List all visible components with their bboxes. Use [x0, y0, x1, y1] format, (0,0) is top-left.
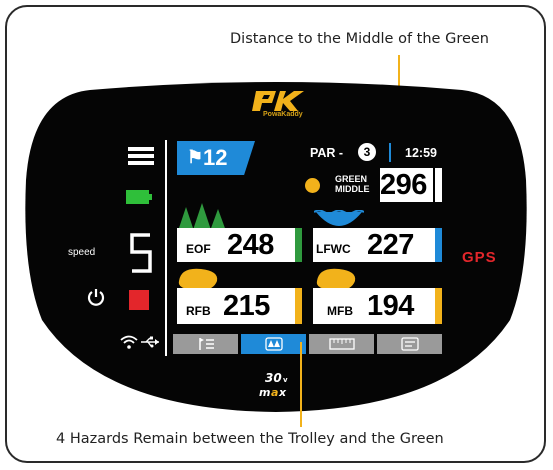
green-distance-box: 296	[380, 168, 442, 202]
hazard-box-eof: EOF 248	[177, 228, 302, 262]
green-label-line1: GREEN	[335, 174, 368, 184]
speed-digit-display	[130, 233, 152, 273]
hazard-box-rfb: RFB 215	[177, 288, 302, 324]
hazards-callout-leader	[300, 342, 302, 427]
green-marker-icon	[305, 178, 320, 193]
hazard-box-mfb: MFB 194	[313, 288, 442, 324]
svg-text:x: x	[278, 386, 287, 399]
hazard-color-bar	[295, 288, 302, 324]
hazard-color-bar	[435, 228, 442, 262]
svg-text:m: m	[259, 386, 270, 399]
svg-text:a: a	[271, 386, 278, 399]
hazard-color-bar	[435, 288, 442, 324]
hazard-color-bar	[295, 228, 302, 262]
clock-time: 12:59	[405, 146, 437, 160]
green-distance-callout: Distance to the Middle of the Green	[230, 31, 489, 47]
gps-label: GPS	[462, 249, 497, 266]
tab-ruler[interactable]	[309, 334, 374, 354]
model-logo: 30 v m a x	[259, 371, 288, 399]
hazard-distance: 215	[223, 290, 270, 322]
hole-list-icon	[199, 338, 214, 350]
par-value: 3	[358, 143, 376, 161]
header-separator	[389, 143, 391, 162]
hazard-label: EOF	[186, 242, 211, 256]
scorecard-icon	[401, 337, 419, 351]
hazards-remaining-callout: 4 Hazards Remain between the Trolley and…	[56, 431, 444, 447]
menu-icon[interactable]	[128, 146, 154, 166]
green-distance-bar	[433, 168, 442, 202]
wifi-icon	[120, 335, 138, 349]
tab-hazards[interactable]	[241, 334, 306, 354]
hazard-distance: 248	[227, 229, 274, 261]
green-label-line2: MIDDLE	[335, 184, 370, 194]
usb-icon	[141, 336, 159, 348]
screen-divider	[165, 140, 167, 356]
par-label: PAR -	[310, 146, 344, 160]
hazards-icon	[265, 337, 283, 351]
svg-text:30: 30	[265, 371, 282, 385]
powakaddy-wordmark: PowaKaddy	[263, 111, 303, 118]
hole-number: 12	[203, 145, 228, 170]
power-icon[interactable]	[87, 288, 105, 306]
speed-label: speed	[68, 247, 96, 258]
green-distance-value: 296	[380, 169, 427, 201]
hazard-label: MFB	[327, 304, 353, 318]
hazard-distance: 227	[367, 229, 414, 261]
tab-hole-list[interactable]	[173, 334, 238, 354]
ruler-icon	[329, 338, 355, 350]
hazard-box-lfwc: LFWC 227	[313, 228, 442, 262]
hazard-label: LFWC	[316, 242, 351, 256]
flag-icon: ⚑	[187, 147, 204, 167]
green-middle-label: GREEN MIDDLE	[335, 174, 370, 194]
hazard-label: RFB	[186, 304, 211, 318]
stop-button[interactable]	[129, 290, 149, 310]
hole-number-tab[interactable]: ⚑ 12	[177, 141, 255, 175]
svg-text:v: v	[283, 376, 288, 384]
battery-icon	[126, 190, 152, 204]
tab-scorecard[interactable]	[377, 334, 442, 354]
hazard-distance: 194	[367, 290, 414, 322]
